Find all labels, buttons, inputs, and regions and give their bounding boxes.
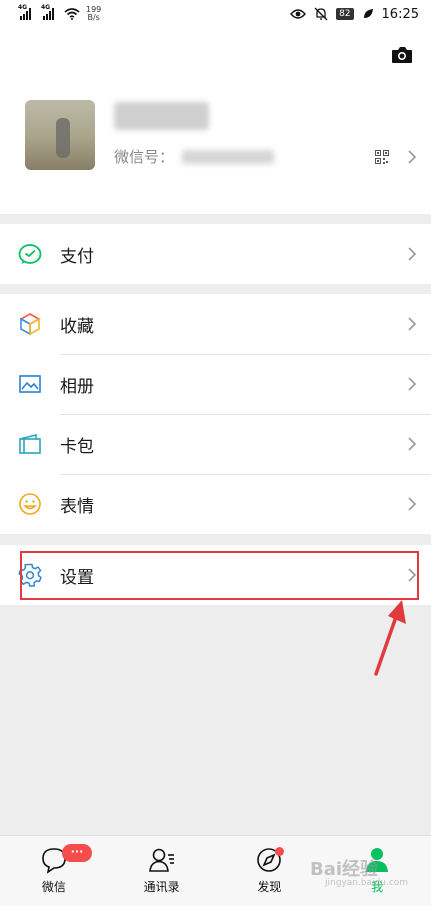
menu-item-pay[interactable]: 支付	[0, 224, 431, 284]
camera-icon[interactable]	[391, 46, 413, 64]
menu-item-label: 支付	[60, 246, 94, 267]
card-wallet-icon	[19, 433, 41, 454]
leaf-icon	[363, 9, 373, 18]
status-left: 4G 4G 199 B/s	[18, 4, 101, 22]
tab-label: 发现	[257, 880, 282, 894]
smiley-sticker-icon	[19, 493, 41, 515]
profile-header[interactable]: 微信号：	[0, 28, 431, 214]
wifi-icon	[64, 8, 80, 20]
battery-level: 82	[336, 8, 354, 20]
menu-item-label: 表情	[60, 496, 94, 517]
chevron-right-icon	[408, 317, 417, 331]
status-bar: 4G 4G 199 B/s 82 16:25	[0, 0, 431, 28]
cube-favorites-icon	[19, 313, 41, 336]
photo-album-icon	[19, 375, 41, 393]
tab-discover[interactable]: 发现	[216, 836, 324, 906]
menu-item-stickers[interactable]: 表情	[0, 474, 431, 534]
menu-item-label: 收藏	[60, 316, 94, 337]
avatar-figure	[56, 118, 70, 158]
menu-item-cards[interactable]: 卡包	[0, 414, 431, 474]
tab-contacts[interactable]: 通讯录	[108, 836, 216, 906]
menu-item-favorites[interactable]: 收藏	[0, 294, 431, 354]
profile-chevron-right-icon[interactable]	[407, 150, 417, 164]
network-type-1: 4G	[18, 4, 28, 11]
watermark-url: jingyan.baidu.com	[325, 878, 409, 888]
network-speed: 199 B/s	[86, 6, 101, 22]
chevron-right-icon	[408, 437, 417, 451]
wechat-id-blurred	[182, 149, 275, 164]
tab-label: 通讯录	[143, 880, 180, 894]
contacts-person-icon	[148, 848, 174, 872]
chevron-right-icon	[408, 377, 417, 391]
menu-item-album[interactable]: 相册	[0, 354, 431, 414]
wechat-id-label: 微信号：	[114, 148, 175, 166]
nickname-blurred	[114, 102, 209, 130]
menu-item-label: 卡包	[60, 436, 94, 457]
avatar[interactable]	[25, 100, 95, 170]
qr-code-icon[interactable]	[375, 150, 389, 164]
chevron-right-icon	[408, 497, 417, 511]
chats-unread-badge: ···	[62, 844, 92, 862]
wechat-pay-icon	[18, 244, 42, 264]
main-menu-section: 收藏 相册 卡包 表情	[0, 294, 431, 534]
tab-label: 微信	[41, 880, 66, 894]
mute-bell-icon	[314, 7, 328, 21]
discover-dot-badge	[274, 847, 284, 856]
chevron-right-icon	[408, 247, 417, 261]
settings-highlight-box	[20, 551, 419, 600]
annotation-arrow-icon	[374, 600, 406, 676]
eye-icon	[290, 9, 307, 19]
wechat-id: 微信号：	[114, 146, 275, 167]
speed-unit: B/s	[87, 13, 100, 22]
signal-icon: 4G	[18, 4, 31, 20]
tab-chats[interactable]: ··· 微信	[0, 836, 108, 906]
pay-section: 支付	[0, 224, 431, 284]
menu-item-label: 相册	[60, 376, 94, 397]
status-right: 82 16:25	[290, 7, 419, 22]
network-type-2: 4G	[41, 4, 51, 11]
clock: 16:25	[381, 6, 419, 22]
signal-icon-2: 4G	[41, 4, 54, 20]
